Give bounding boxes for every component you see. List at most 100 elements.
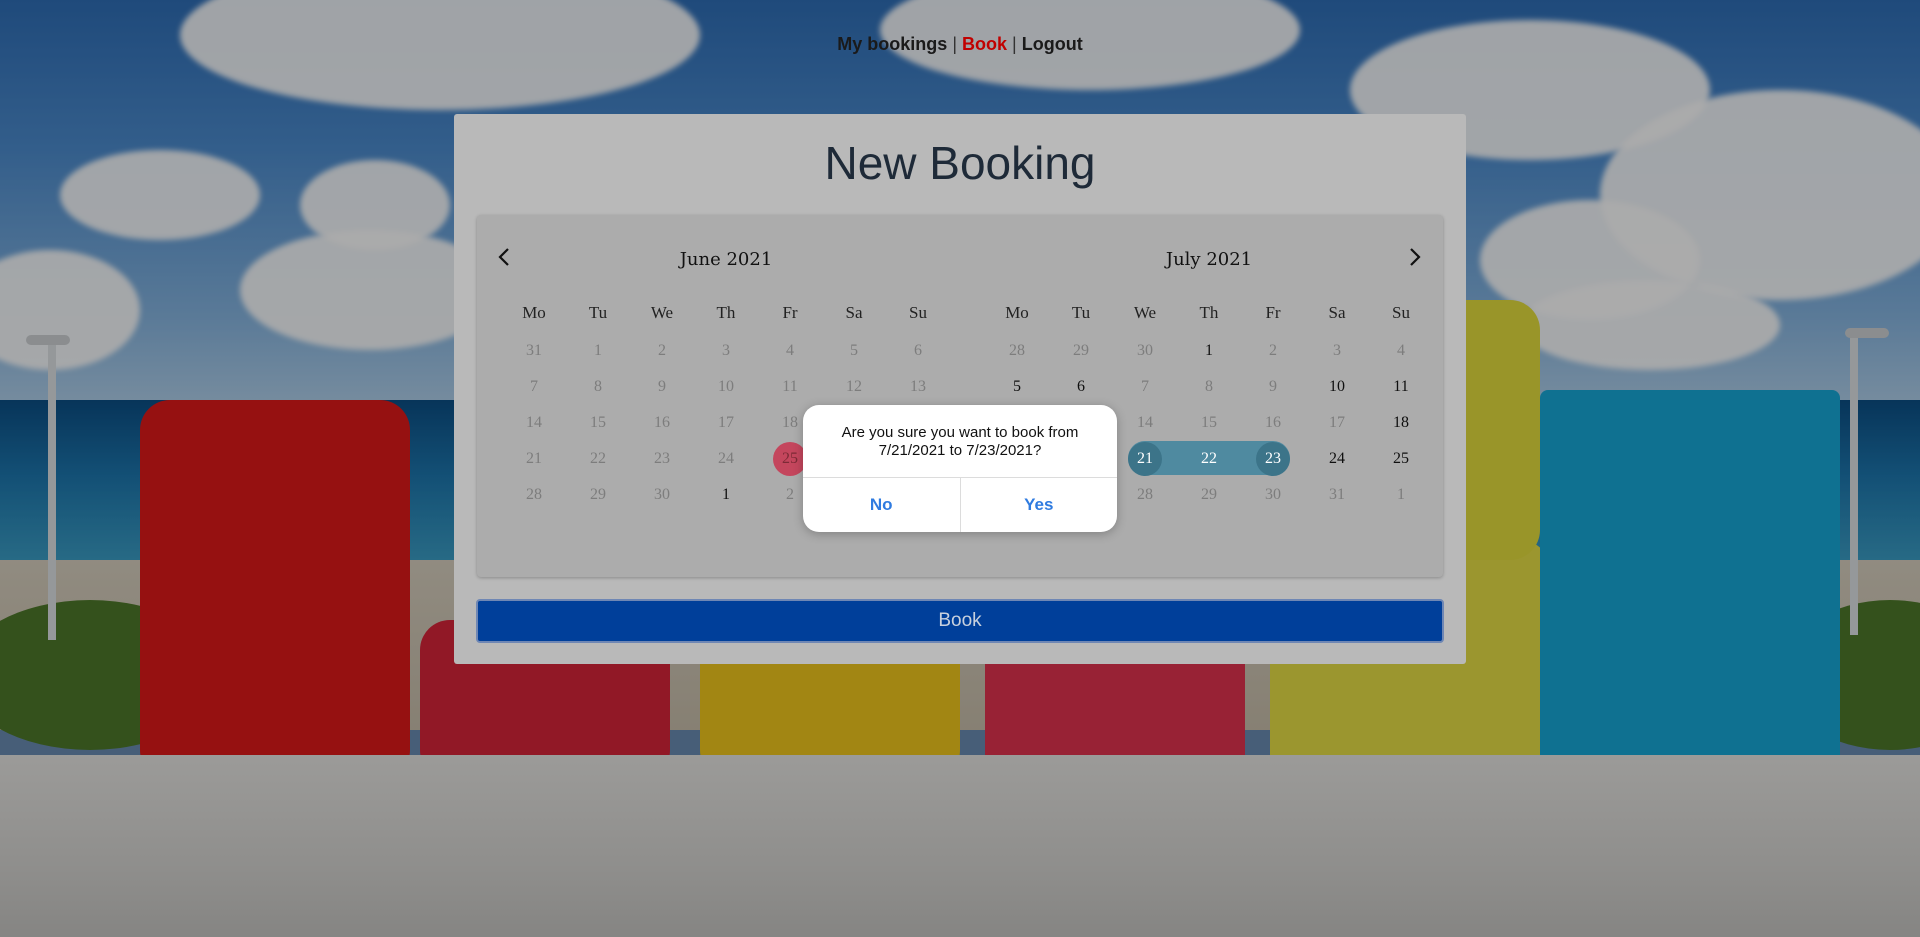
day-cell[interactable]: 15 — [1177, 406, 1241, 438]
day-cell[interactable]: 24 — [1305, 442, 1369, 474]
week-row: 31 1 2 3 4 5 6 — [502, 334, 950, 366]
day-cell[interactable]: 24 — [694, 442, 758, 474]
day-cell[interactable]: 30 — [630, 478, 694, 510]
day-cell[interactable]: 30 — [1113, 334, 1177, 366]
day-number: 29 — [1201, 486, 1217, 503]
day-cell[interactable]: 1 — [1369, 478, 1433, 510]
yes-button[interactable]: Yes — [959, 478, 1118, 532]
day-number: 5 — [850, 342, 858, 359]
day-cell[interactable]: 2 — [630, 334, 694, 366]
day-cell[interactable]: 15 — [566, 406, 630, 438]
day-cell[interactable]: 11 — [758, 370, 822, 402]
day-number: 25 — [773, 442, 807, 476]
day-number: 16 — [654, 414, 670, 431]
day-cell[interactable]: 7 — [502, 370, 566, 402]
day-cell[interactable]: 17 — [1305, 406, 1369, 438]
day-cell[interactable]: 16 — [630, 406, 694, 438]
day-number: 1 — [1397, 486, 1405, 503]
day-cell[interactable]: 12 — [822, 370, 886, 402]
day-cell[interactable]: 14 — [1113, 406, 1177, 438]
month-title: June 2021 — [679, 249, 773, 270]
weekday-label: Tu — [1071, 303, 1091, 322]
day-cell[interactable]: 1 — [694, 478, 758, 510]
day-number: 8 — [594, 378, 602, 395]
day-cell[interactable]: 25 — [1369, 442, 1433, 474]
day-cell[interactable]: 28 — [985, 334, 1049, 366]
day-number: 1 — [594, 342, 602, 359]
day-cell[interactable]: 6 — [1049, 370, 1113, 402]
day-number: 21 — [526, 450, 542, 467]
weekday-label: Sa — [1328, 303, 1346, 322]
day-number: 7 — [530, 378, 538, 395]
day-cell[interactable]: 10 — [694, 370, 758, 402]
day-cell[interactable]: 30 — [1241, 478, 1305, 510]
day-number: 6 — [1077, 378, 1085, 395]
day-number: 31 — [526, 342, 542, 359]
book-button[interactable]: Book — [476, 599, 1444, 643]
weekday-label: Mo — [1005, 303, 1029, 322]
nav-book-link[interactable]: Book — [962, 34, 1007, 54]
day-cell[interactable]: 3 — [1305, 334, 1369, 366]
day-number: 2 — [786, 486, 794, 503]
day-number: 30 — [654, 486, 670, 503]
day-cell[interactable]: 23 — [1241, 442, 1305, 476]
day-cell[interactable]: 29 — [1177, 478, 1241, 510]
day-number: 23 — [1256, 442, 1290, 476]
day-number: 7 — [1141, 378, 1149, 395]
day-cell[interactable]: 5 — [822, 334, 886, 366]
day-cell[interactable]: 9 — [1241, 370, 1305, 402]
day-cell[interactable]: 21 — [1113, 442, 1177, 476]
day-cell[interactable]: 22 — [566, 442, 630, 474]
day-number: 2 — [658, 342, 666, 359]
day-cell[interactable]: 14 — [502, 406, 566, 438]
no-button[interactable]: No — [803, 478, 960, 532]
day-cell[interactable]: 9 — [630, 370, 694, 402]
day-number: 23 — [654, 450, 670, 467]
day-cell[interactable]: 4 — [758, 334, 822, 366]
weekday-header: Mo Tu We Th Fr Sa Su — [502, 303, 950, 323]
day-cell[interactable]: 8 — [1177, 370, 1241, 402]
day-number: 14 — [1137, 414, 1153, 431]
day-cell[interactable]: 17 — [694, 406, 758, 438]
day-cell[interactable]: 7 — [1113, 370, 1177, 402]
day-number: 4 — [786, 342, 794, 359]
day-cell[interactable]: 31 — [502, 334, 566, 366]
day-cell[interactable]: 1 — [1177, 334, 1241, 366]
day-cell[interactable]: 2 — [1241, 334, 1305, 366]
day-cell[interactable]: 3 — [694, 334, 758, 366]
weekday-label: Th — [716, 303, 736, 322]
day-cell[interactable]: 8 — [566, 370, 630, 402]
day-number: 28 — [1137, 486, 1153, 503]
weekday-label: Fr — [1265, 303, 1281, 322]
nav-logout-link[interactable]: Logout — [1022, 34, 1083, 54]
day-cell[interactable]: 13 — [886, 370, 950, 402]
day-cell[interactable]: 1 — [566, 334, 630, 366]
day-cell[interactable]: 22 — [1177, 442, 1241, 474]
day-cell[interactable]: 21 — [502, 442, 566, 474]
day-cell[interactable]: 6 — [886, 334, 950, 366]
day-cell[interactable]: 28 — [502, 478, 566, 510]
day-cell[interactable]: 28 — [1113, 478, 1177, 510]
booking-card: New Booking June 2021 Mo Tu We Th Fr Sa Su 31 1 2… — [454, 114, 1466, 664]
day-cell[interactable]: 11 — [1369, 370, 1433, 402]
weekday-label: Tu — [588, 303, 608, 322]
day-number: 13 — [910, 378, 926, 395]
day-cell[interactable]: 29 — [566, 478, 630, 510]
month-title: July 2021 — [1165, 249, 1253, 270]
day-cell[interactable]: 31 — [1305, 478, 1369, 510]
day-cell[interactable]: 18 — [1369, 406, 1433, 438]
day-cell[interactable]: 4 — [1369, 334, 1433, 366]
day-cell[interactable]: 23 — [630, 442, 694, 474]
day-number: 15 — [590, 414, 606, 431]
day-number: 18 — [1393, 414, 1409, 431]
day-cell[interactable]: 5 — [985, 370, 1049, 402]
day-cell[interactable]: 16 — [1241, 406, 1305, 438]
day-cell[interactable]: 10 — [1305, 370, 1369, 402]
weekday-label: Fr — [782, 303, 798, 322]
day-cell[interactable]: 29 — [1049, 334, 1113, 366]
nav-my-bookings-link[interactable]: My bookings — [837, 34, 947, 54]
week-row: 7 8 9 10 11 12 13 — [502, 370, 950, 402]
weekday-label: Mo — [522, 303, 546, 322]
day-number: 30 — [1137, 342, 1153, 359]
day-number: 22 — [1201, 450, 1217, 467]
